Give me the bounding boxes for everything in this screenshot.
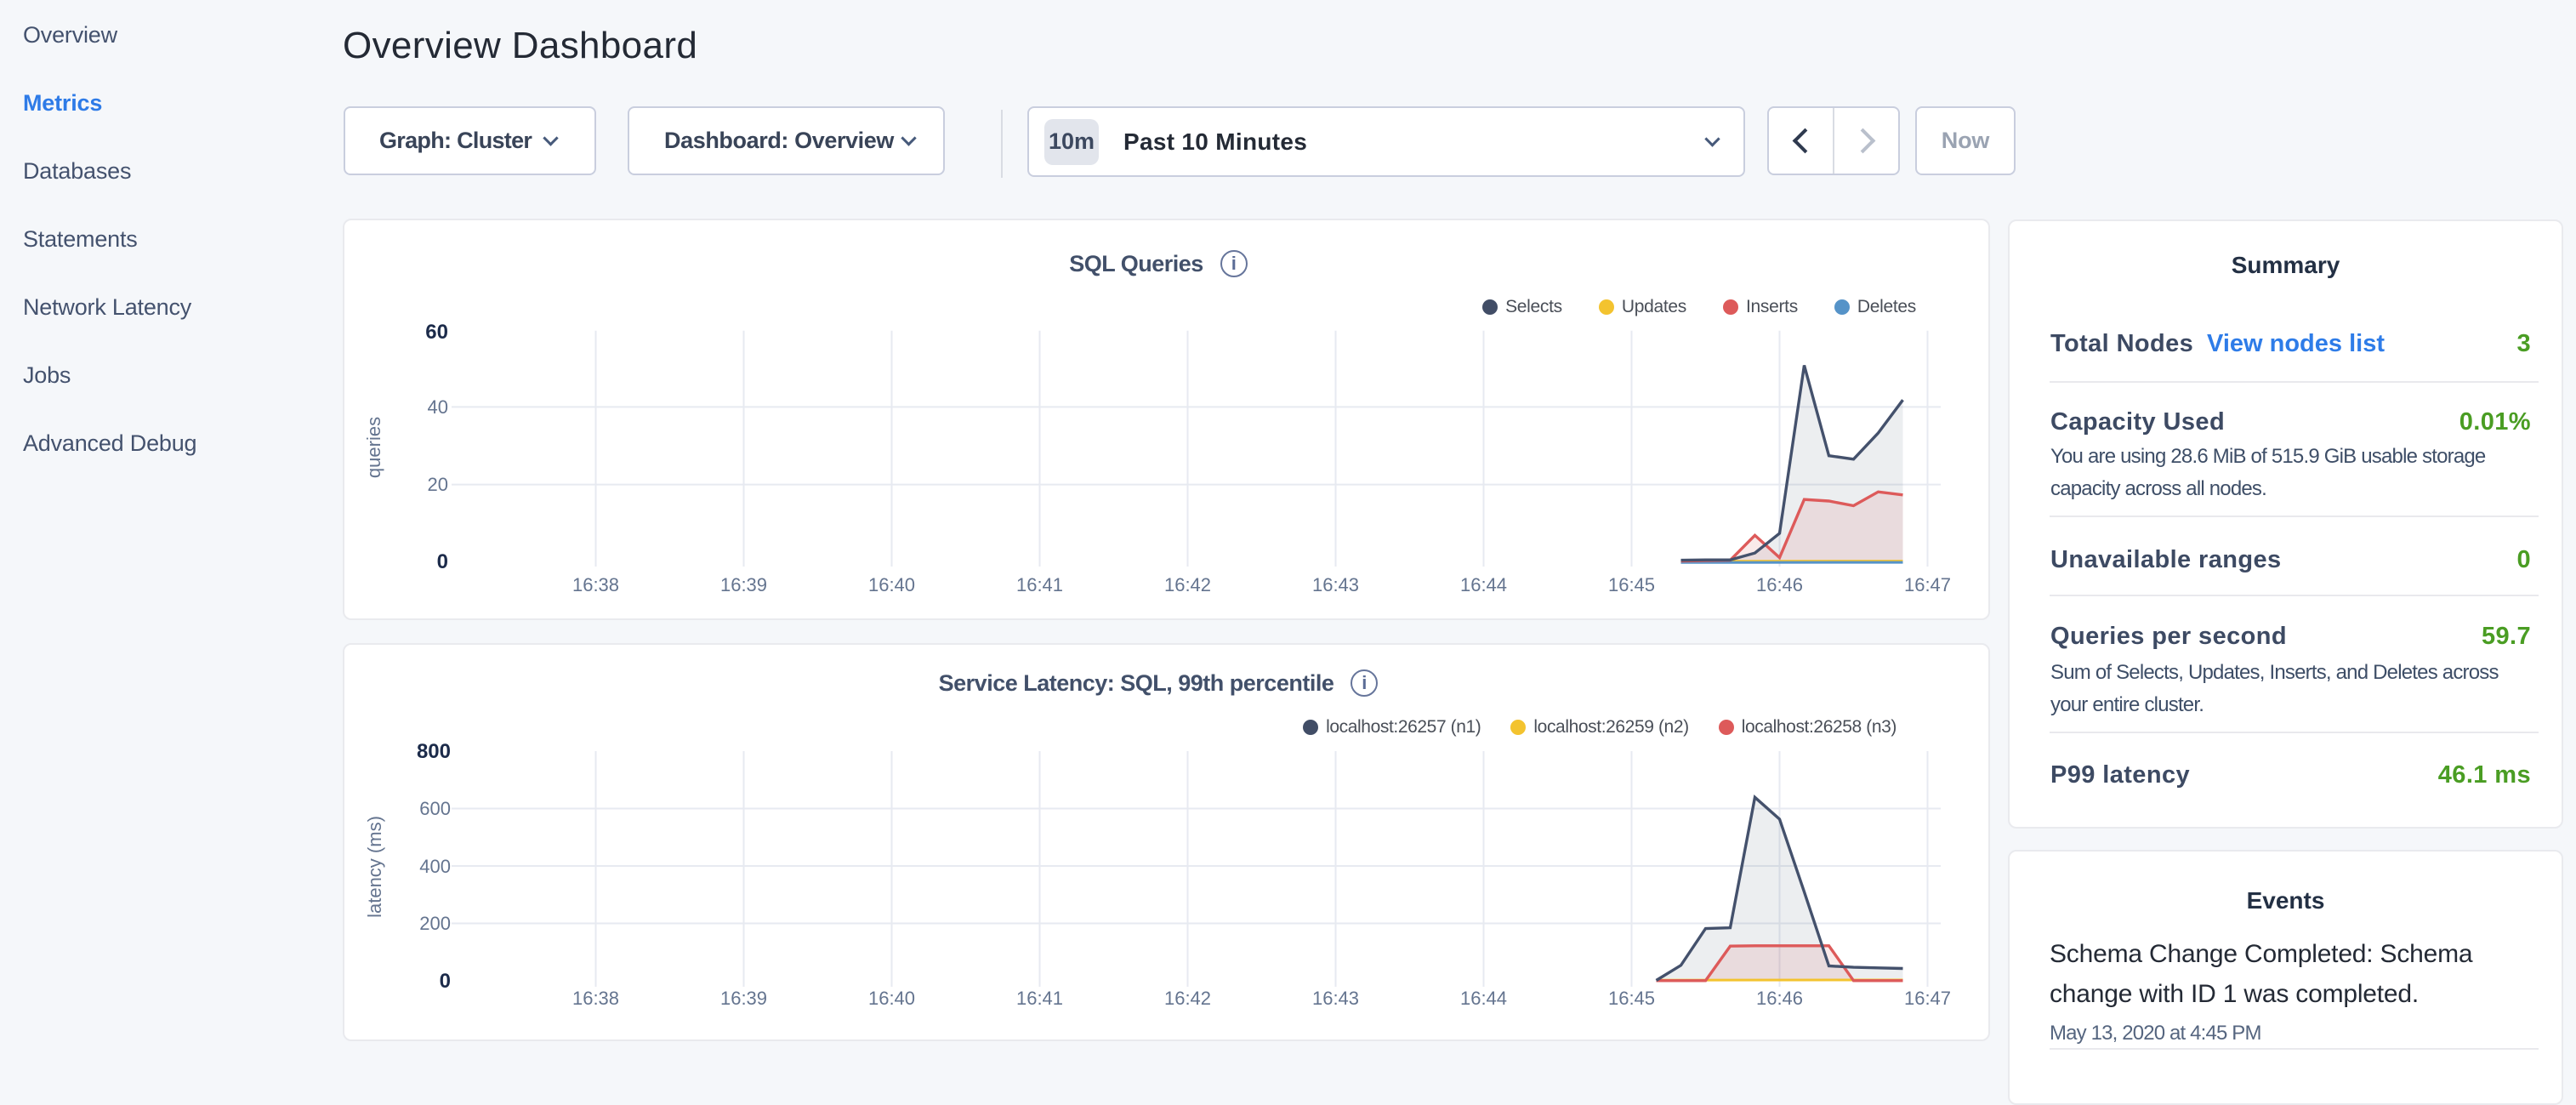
svg-text:200: 200 (419, 913, 451, 934)
svg-text:16:44: 16:44 (1460, 574, 1507, 595)
svg-text:16:45: 16:45 (1608, 988, 1655, 1009)
svg-text:16:39: 16:39 (720, 988, 767, 1009)
svg-text:60: 60 (425, 321, 448, 344)
svg-text:16:43: 16:43 (1312, 574, 1359, 595)
svg-text:16:43: 16:43 (1312, 988, 1359, 1009)
svg-text:40: 40 (428, 396, 448, 418)
svg-text:16:46: 16:46 (1756, 988, 1803, 1009)
svg-text:16:42: 16:42 (1164, 988, 1211, 1009)
svg-text:400: 400 (419, 856, 451, 877)
svg-text:600: 600 (419, 798, 451, 819)
svg-text:16:39: 16:39 (720, 574, 767, 595)
svg-text:16:41: 16:41 (1016, 574, 1063, 595)
svg-text:0: 0 (437, 550, 448, 573)
svg-text:16:44: 16:44 (1460, 988, 1507, 1009)
svg-text:16:45: 16:45 (1608, 574, 1655, 595)
svg-text:16:42: 16:42 (1164, 574, 1211, 595)
svg-text:800: 800 (417, 740, 451, 763)
svg-text:16:41: 16:41 (1016, 988, 1063, 1009)
svg-text:queries: queries (363, 417, 384, 478)
svg-text:0: 0 (440, 970, 451, 993)
svg-text:16:47: 16:47 (1904, 988, 1951, 1009)
svg-text:16:46: 16:46 (1756, 574, 1803, 595)
svg-text:16:40: 16:40 (868, 574, 915, 595)
svg-text:16:47: 16:47 (1904, 574, 1951, 595)
svg-text:16:38: 16:38 (572, 574, 619, 595)
svg-text:latency (ms): latency (ms) (364, 816, 385, 918)
svg-text:20: 20 (428, 474, 448, 495)
svg-text:16:40: 16:40 (868, 988, 915, 1009)
svg-text:16:38: 16:38 (572, 988, 619, 1009)
